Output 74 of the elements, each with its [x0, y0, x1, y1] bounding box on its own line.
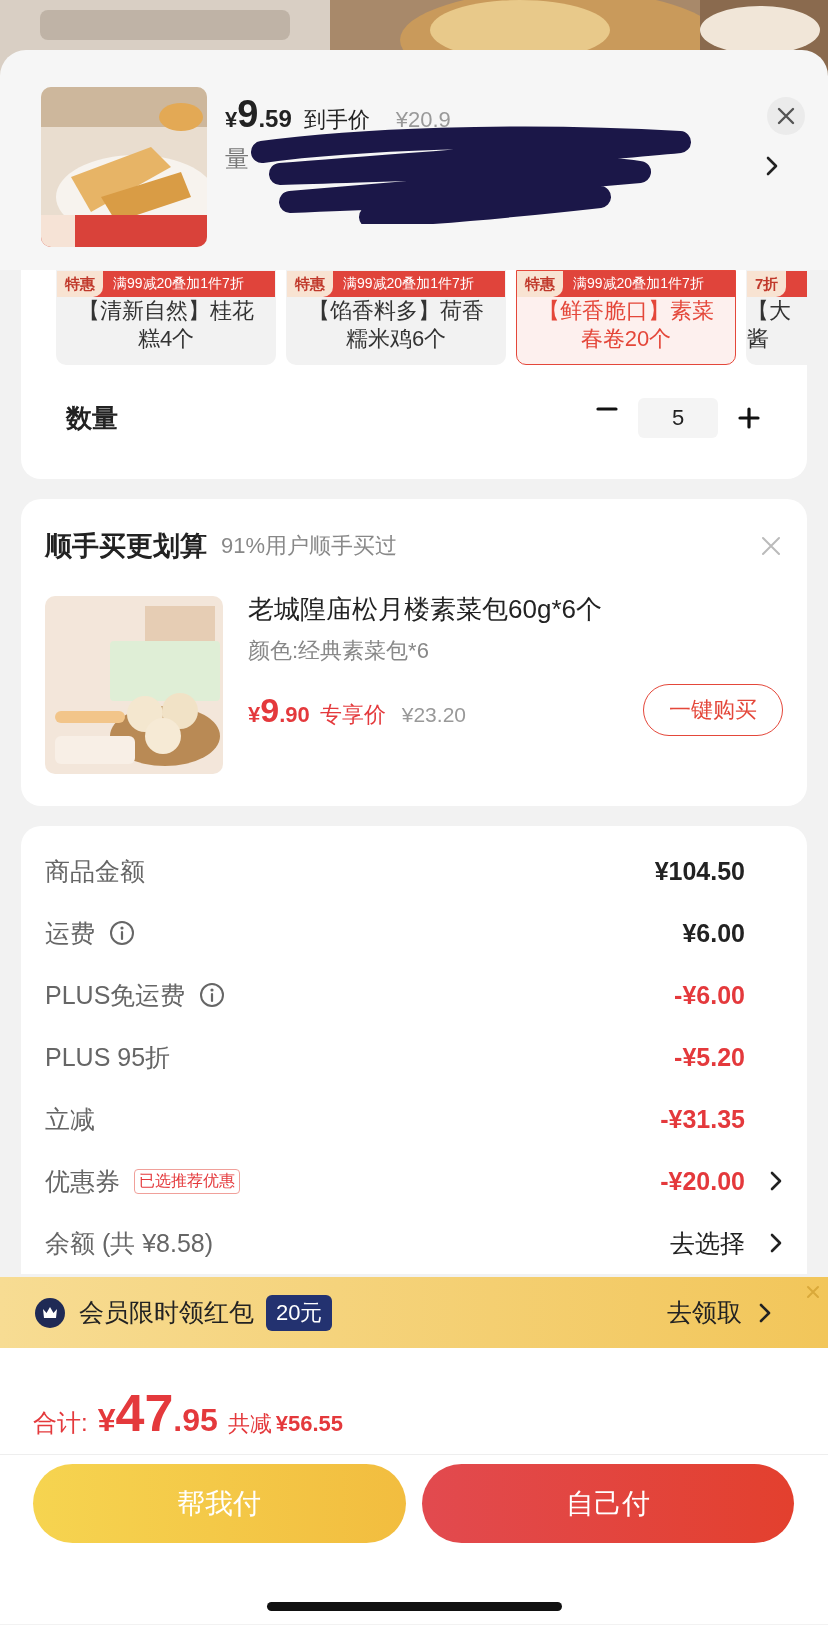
chevron-icon[interactable] [758, 1301, 772, 1324]
member-banner[interactable]: 会员限时领红包 20元 去领取 [0, 1277, 828, 1348]
promo-tag: 特惠 [57, 271, 103, 297]
cost-value[interactable]: 去选择 [670, 1226, 745, 1260]
price-symbol: ¥ [248, 701, 261, 728]
minus-icon [596, 407, 618, 411]
variant-name: 春卷20个 [580, 325, 672, 353]
variant-name: 【鲜香脆口】素菜 [538, 297, 714, 325]
promo-text: 满99减20叠加1件7折 [342, 275, 474, 293]
promo-tag: 特惠 [287, 271, 333, 297]
variant-chip[interactable]: 特惠 满99减20叠加1件7折 【清新自然】桂花 糕4个 [56, 270, 276, 365]
close-button[interactable] [767, 97, 805, 135]
price-decimal: .90 [279, 701, 310, 728]
variant-chip[interactable]: 特惠 满99减20叠加1件7折 【鲜香脆口】素菜 春卷20个 [516, 270, 736, 365]
price-integer: 9 [237, 93, 259, 136]
quantity-field[interactable]: 5 [638, 398, 718, 438]
original-price: ¥20.9 [395, 107, 451, 133]
price-symbol: ¥ [225, 107, 238, 133]
chevron-icon[interactable] [769, 1232, 783, 1254]
crown-icon [35, 1297, 65, 1328]
saved-amount: ¥56.55 [275, 1411, 344, 1437]
cost-label: 商品金额 [45, 855, 145, 887]
cost-value: -¥31.35 [660, 1104, 745, 1134]
coupon-tag: 已选推荐优惠 [134, 1168, 240, 1194]
original-price: ¥23.20 [401, 702, 466, 727]
variant-name: 糕4个 [137, 325, 195, 353]
promo-text: 满99减20叠加1件7折 [112, 275, 244, 293]
promo-tag: 7折 [747, 271, 787, 297]
variant-name: 【大 [747, 297, 791, 325]
chevron-icon[interactable] [765, 155, 779, 177]
cost-label: 立减 [45, 1103, 95, 1135]
section-subtitle: 91%用户顺手买过 [221, 532, 399, 560]
info-icon[interactable] [109, 920, 135, 946]
saved-label: 共减 [227, 1410, 272, 1438]
section-title: 顺手买更划算 [45, 530, 207, 563]
close-icon [777, 107, 795, 125]
cost-label: 优惠券 [45, 1165, 120, 1197]
cost-label: 运费 [45, 917, 95, 949]
product-spec: 颜色:经典素菜包*6 [248, 637, 430, 665]
total-decimal: .95 [173, 1402, 218, 1439]
total-symbol: ¥ [97, 1402, 116, 1439]
quantity-label: 数量 [66, 401, 118, 435]
cost-value: -¥5.20 [674, 1042, 745, 1072]
price-decimal: .59 [258, 105, 292, 133]
variant-chip[interactable]: 特惠 满99减20叠加1件7折 【馅香料多】荷香 糯米鸡6个 [286, 270, 506, 365]
plus-button[interactable] [738, 407, 760, 429]
total-label: 合计: [33, 1408, 88, 1438]
total-integer: 47 [115, 1383, 174, 1443]
variant-chip[interactable]: 7折 【大 酱 [746, 270, 807, 365]
cost-value: ¥104.50 [654, 856, 745, 886]
amount-badge: 20元 [266, 1294, 333, 1331]
promo-tag: 特惠 [517, 271, 563, 297]
plus-icon [738, 407, 760, 429]
spec-text: 量 [225, 144, 250, 174]
pay-button[interactable]: 自己付 [421, 1464, 794, 1543]
promo-text: 满99减20叠加1件7折 [572, 275, 704, 293]
variant-name: 【馅香料多】荷香 [308, 297, 484, 325]
price-label: 到手价 [303, 106, 370, 134]
product-name: 老城隍庙松月楼素菜包60g*6个 [248, 594, 603, 624]
claim-link[interactable]: 去领取 [667, 1296, 742, 1329]
variant-name: 糯米鸡6个 [345, 325, 447, 353]
banner-text: 会员限时领红包 [79, 1297, 254, 1328]
cost-value: -¥6.00 [674, 980, 745, 1010]
variant-name: 【清新自然】桂花 [78, 297, 254, 325]
cost-label: PLUS 95折 [45, 1041, 171, 1073]
price-label: 专享价 [319, 700, 386, 729]
variant-name: 酱 [747, 325, 769, 353]
cost-label: PLUS免运费 [45, 979, 186, 1011]
cost-label: 余额 (共 ¥8.58) [45, 1227, 214, 1259]
info-icon[interactable] [199, 982, 226, 1008]
cost-value: -¥20.00 [660, 1166, 745, 1196]
chevron-icon[interactable] [769, 1170, 783, 1192]
cost-value: ¥6.00 [682, 918, 745, 948]
price-integer: 9 [260, 690, 280, 730]
